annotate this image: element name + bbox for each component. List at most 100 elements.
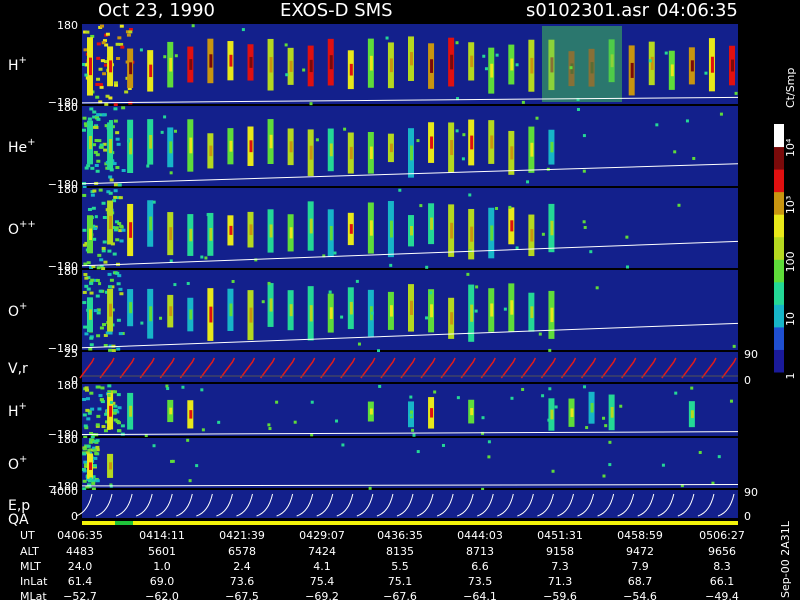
count-cell (97, 139, 102, 143)
count-core (490, 225, 494, 241)
count-dot (261, 300, 265, 304)
colorbar-swatch (774, 124, 784, 148)
count-cell (89, 391, 94, 395)
count-cell (84, 332, 89, 336)
footer-cell: 66.1 (710, 575, 735, 588)
count-core (309, 59, 313, 73)
count-dot (166, 387, 170, 391)
count-cell (102, 240, 107, 244)
footer-row-label: ALT (20, 545, 39, 558)
count-cell (119, 24, 124, 28)
count-core (289, 304, 293, 317)
footer-cell: 4483 (66, 545, 94, 558)
count-cell (99, 85, 104, 89)
count-dot (602, 474, 606, 478)
count-dot (186, 438, 190, 442)
count-dot (284, 43, 288, 47)
count-dot (461, 157, 465, 161)
count-core (169, 141, 173, 154)
count-dot (398, 188, 402, 192)
count-cell (83, 273, 88, 277)
count-dot (664, 51, 668, 55)
count-dot (385, 36, 389, 40)
count-cell (108, 348, 113, 352)
axis-max-label: 180 (57, 379, 78, 392)
count-cell (96, 159, 101, 163)
panel-7: E,p40000900 (8, 485, 758, 523)
count-dot (625, 235, 629, 239)
count-dot (732, 344, 736, 348)
footer-cell: −67.6 (383, 590, 417, 600)
count-dot (425, 265, 429, 269)
count-cell (100, 386, 105, 390)
count-dot (416, 450, 420, 454)
count-dot (127, 139, 131, 143)
count-dot (515, 63, 519, 67)
count-dot (583, 385, 587, 389)
count-cell (90, 407, 95, 411)
count-dot (462, 133, 466, 137)
count-core (289, 227, 293, 239)
count-cell (98, 83, 103, 87)
count-cell (116, 282, 121, 286)
count-dot (677, 203, 681, 207)
count-cell (121, 168, 126, 172)
count-cell (113, 183, 118, 187)
count-cell (82, 479, 87, 483)
count-dot (487, 440, 491, 444)
header-time: 04:06:35 (657, 0, 738, 21)
count-core (389, 58, 393, 73)
count-core (329, 307, 333, 319)
count-cell (99, 143, 104, 147)
count-dot (268, 427, 272, 431)
count-dot (241, 28, 245, 32)
right-axis-min: 0 (744, 374, 751, 387)
count-cell (117, 406, 122, 410)
panel-6: O+180−180 (8, 433, 739, 493)
count-core (289, 141, 293, 153)
panel-label-charge: + (19, 301, 27, 312)
count-dot (309, 102, 313, 106)
colorbar-tick-label: 10⁴ (784, 138, 797, 157)
count-core (470, 55, 474, 68)
count-dot (595, 286, 599, 290)
count-core (369, 408, 373, 415)
panel-label: H+ (8, 55, 27, 74)
count-dot (734, 91, 738, 95)
count-cell (114, 226, 119, 230)
count-cell (98, 394, 103, 398)
count-cell (95, 169, 100, 173)
right-axis-max: 90 (744, 486, 758, 499)
count-core (189, 137, 193, 154)
count-cell (83, 325, 88, 329)
count-core (89, 462, 92, 470)
count-dot (441, 443, 445, 447)
count-cell (115, 137, 120, 141)
count-core (109, 215, 113, 230)
footer-cell: 61.4 (68, 575, 93, 588)
footer-cell: 7.9 (631, 560, 649, 573)
count-cell (101, 201, 106, 205)
count-dot (589, 250, 593, 254)
count-dot (690, 386, 694, 390)
right-axis-max: 90 (744, 348, 758, 361)
count-cell (113, 103, 118, 107)
footer-cell: 8713 (466, 545, 494, 558)
count-cell (128, 30, 133, 34)
count-core (109, 139, 113, 154)
count-dot (475, 285, 479, 289)
count-cell (117, 429, 122, 433)
count-dot (456, 396, 460, 400)
footer-cell: −52.7 (63, 590, 97, 600)
count-dot (692, 156, 696, 160)
footer-cell: −54.6 (623, 590, 657, 600)
footer-cell: 5601 (148, 545, 176, 558)
count-dot (409, 413, 413, 417)
count-cell (102, 215, 107, 219)
count-cell (93, 456, 98, 460)
footer-cell: 68.7 (628, 575, 653, 588)
count-cell (95, 82, 100, 86)
count-cell (97, 253, 102, 257)
count-cell (102, 72, 107, 76)
count-cell (96, 414, 101, 418)
